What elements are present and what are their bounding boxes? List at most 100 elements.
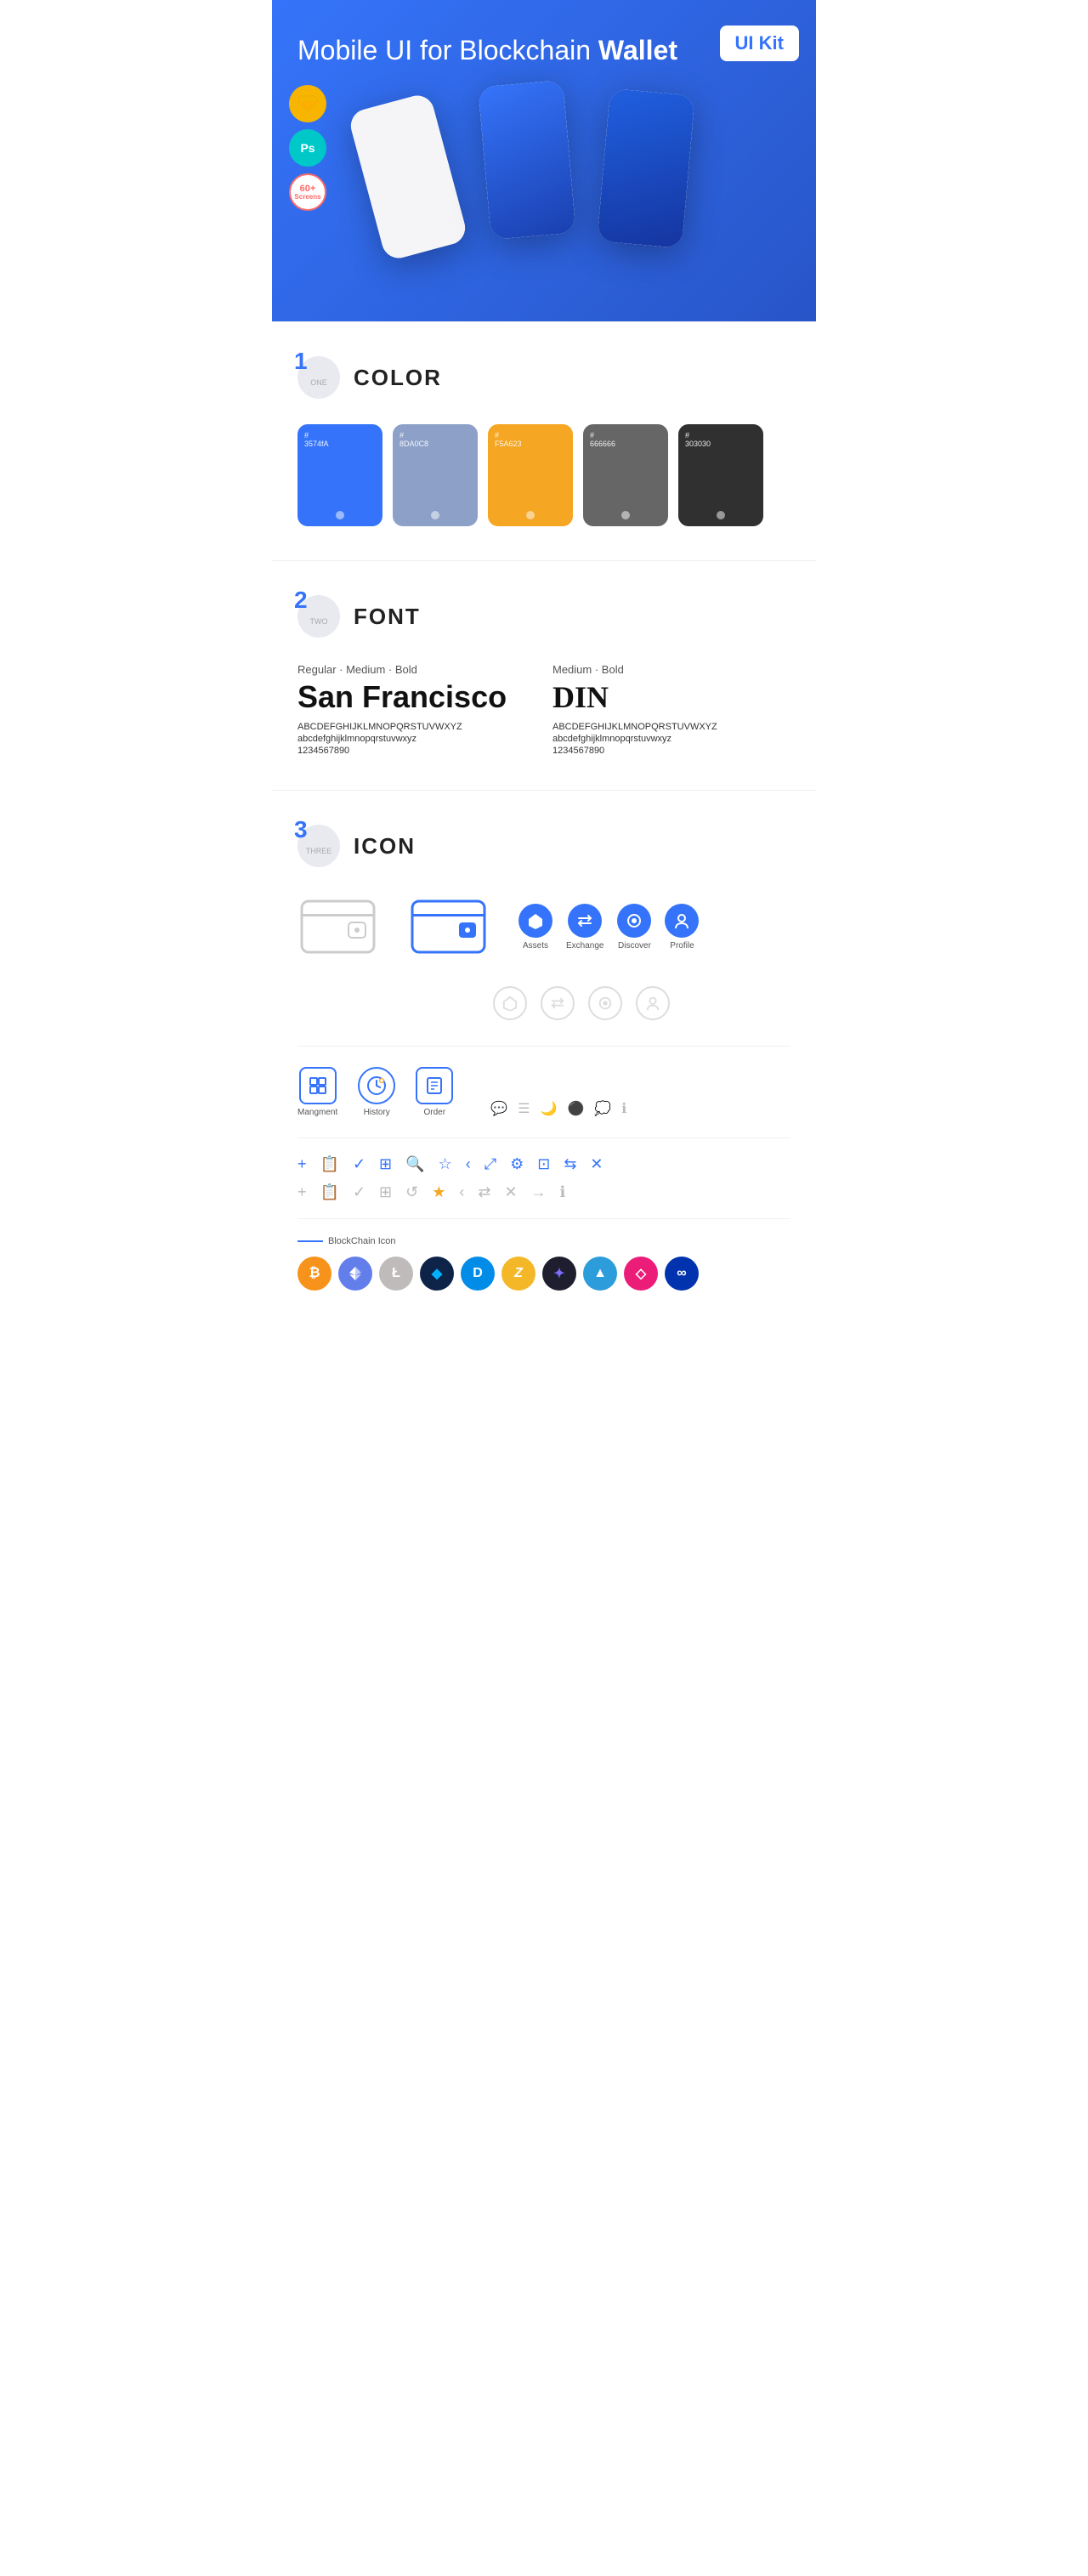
grid-icon[interactable]: ✦ xyxy=(542,1257,576,1291)
color-section-number: 1 xyxy=(294,349,308,373)
swatch-dark-code: #303030 xyxy=(685,431,756,448)
tool-back-gray: ‹ xyxy=(459,1183,464,1201)
color-section: 1 ONE COLOR #3574fA #8DA0C8 #F5A623 #666… xyxy=(272,322,816,560)
history-label: History xyxy=(364,1108,390,1117)
section-header-font: 2 TWO FONT xyxy=(298,595,790,638)
din-numbers: 1234567890 xyxy=(552,746,790,756)
icon-section-label: THREE xyxy=(306,847,332,855)
assets-icon-outline[interactable] xyxy=(493,986,527,1020)
tool-star-gold: ★ xyxy=(432,1183,445,1201)
exchange-icon[interactable] xyxy=(568,904,602,938)
zcoin-icon[interactable]: Z xyxy=(502,1257,536,1291)
swatch-gray: #666666 xyxy=(583,424,668,526)
section-num-color: 1 ONE xyxy=(298,356,340,399)
swatch-orange: #F5A623 xyxy=(488,424,573,526)
wallet-blue-icon xyxy=(408,893,493,961)
circle-icons-outline-row xyxy=(298,986,790,1020)
wings-icon[interactable]: ◆ xyxy=(420,1257,454,1291)
section-num-font: 2 TWO xyxy=(298,595,340,638)
tool-back[interactable]: ‹ xyxy=(466,1155,471,1173)
management-icon[interactable] xyxy=(299,1067,337,1104)
discover-icon-outline[interactable] xyxy=(588,986,622,1020)
tool-grid-gray: ⊞ xyxy=(379,1183,392,1201)
color-swatches: #3574fA #8DA0C8 #F5A623 #666666 #303030 xyxy=(298,424,790,526)
small-icons-row: 💬 ☰ 🌙 ⚫ 💭 ℹ xyxy=(473,1100,626,1117)
profile-icon-outline[interactable] xyxy=(636,986,670,1020)
blockchain-line xyxy=(298,1240,323,1242)
color-section-label: ONE xyxy=(310,378,327,387)
exchange-icon-outline[interactable] xyxy=(541,986,575,1020)
sf-name: San Francisco xyxy=(298,679,536,715)
sf-uppercase: ABCDEFGHIJKLMNOPQRSTUVWXYZ xyxy=(298,722,536,732)
swatch-orange-dot xyxy=(526,511,535,519)
tool-forward-gray: → xyxy=(531,1183,547,1201)
small-moon-icon: 🌙 xyxy=(541,1100,558,1117)
small-chat-icon: 💬 xyxy=(490,1100,507,1117)
tool-gear[interactable]: ⚙ xyxy=(510,1155,524,1173)
tool-star[interactable]: ☆ xyxy=(439,1155,452,1173)
hero-title-bold: Wallet xyxy=(598,35,677,65)
font-din: Medium · Bold DIN ABCDEFGHIJKLMNOPQRSTUV… xyxy=(552,663,790,756)
discover-label: Discover xyxy=(618,941,651,950)
history-icon[interactable] xyxy=(358,1067,395,1104)
font-section: 2 TWO FONT Regular · Medium · Bold San F… xyxy=(272,561,816,790)
ethereum-icon[interactable] xyxy=(338,1257,372,1291)
phone-center xyxy=(478,80,575,240)
icon-profile: Profile xyxy=(665,904,699,950)
profile-label: Profile xyxy=(670,941,694,950)
order-label: Order xyxy=(423,1108,445,1117)
tool-plus-gray: + xyxy=(298,1183,307,1201)
font-section-number: 2 xyxy=(294,588,308,612)
phone-right xyxy=(597,88,694,248)
tool-share[interactable]: ⤢ xyxy=(484,1155,496,1173)
management-label: Mangment xyxy=(298,1108,337,1117)
tool-plus[interactable]: + xyxy=(298,1155,307,1173)
tool-swap[interactable]: ⇆ xyxy=(564,1155,576,1173)
font-grid: Regular · Medium · Bold San Francisco AB… xyxy=(298,663,790,756)
tool-export[interactable]: ⊡ xyxy=(537,1155,550,1173)
sf-lowercase: abcdefghijklmnopqrstuvwxyz xyxy=(298,734,536,744)
icon-discover: Discover xyxy=(617,904,651,950)
tool-close[interactable]: ✕ xyxy=(590,1155,603,1173)
icon-section-title: ICON xyxy=(354,833,416,860)
exchange-label: Exchange xyxy=(566,941,604,950)
din-meta: Medium · Bold xyxy=(552,663,790,676)
blockchain-text: BlockChain Icon xyxy=(328,1236,396,1246)
tools-row-gray: + 📋 ✓ ⊞ ↺ ★ ‹ ⇄ ✕ → ℹ xyxy=(298,1183,790,1201)
circle-icons-group: Assets Exchange Discover xyxy=(518,904,699,950)
tool-close-gray: ✕ xyxy=(504,1183,517,1201)
diamond-icon[interactable]: ◇ xyxy=(624,1257,658,1291)
discover-icon[interactable] xyxy=(617,904,651,938)
small-circle-icon: ⚫ xyxy=(567,1100,584,1117)
icon-inner-divider3 xyxy=(298,1218,790,1219)
swatch-blue-dot xyxy=(336,511,344,519)
swatch-orange-code: #F5A623 xyxy=(495,431,566,448)
tools-row-blue: + 📋 ✓ ⊞ 🔍 ☆ ‹ ⤢ ⚙ ⊡ ⇆ ✕ xyxy=(298,1155,790,1173)
tool-share-gray: ⇄ xyxy=(478,1183,490,1201)
small-info-icon: ℹ xyxy=(621,1100,626,1117)
profile-icon[interactable] xyxy=(665,904,699,938)
phone-mockup-area xyxy=(298,83,790,270)
arweave-icon[interactable]: ▲ xyxy=(583,1257,617,1291)
font-section-label: TWO xyxy=(310,617,328,626)
hero-title: Mobile UI for Blockchain Wallet xyxy=(298,34,790,66)
litecoin-icon[interactable]: Ł xyxy=(379,1257,413,1291)
color-section-title: COLOR xyxy=(354,365,442,391)
small-msg-icon: 💭 xyxy=(594,1100,611,1117)
small-stack-icon: ☰ xyxy=(518,1100,530,1117)
assets-icon[interactable] xyxy=(518,904,552,938)
nav-management: Mangment xyxy=(298,1067,337,1117)
tool-check[interactable]: ✓ xyxy=(353,1155,366,1173)
tool-check-gray: ✓ xyxy=(353,1183,366,1201)
bitcoin-icon[interactable]: ₿ xyxy=(298,1257,332,1291)
polkadot-icon[interactable]: ∞ xyxy=(665,1257,699,1291)
font-section-title: FONT xyxy=(354,604,421,630)
icon-exchange: Exchange xyxy=(566,904,604,950)
tool-grid[interactable]: ⊞ xyxy=(379,1155,392,1173)
dash-icon[interactable]: D xyxy=(461,1257,495,1291)
din-lowercase: abcdefghijklmnopqrstuvwxyz xyxy=(552,734,790,744)
phone-left xyxy=(347,93,468,263)
order-icon[interactable] xyxy=(416,1067,453,1104)
tool-doc[interactable]: 📋 xyxy=(320,1155,339,1173)
tool-search[interactable]: 🔍 xyxy=(405,1155,424,1173)
